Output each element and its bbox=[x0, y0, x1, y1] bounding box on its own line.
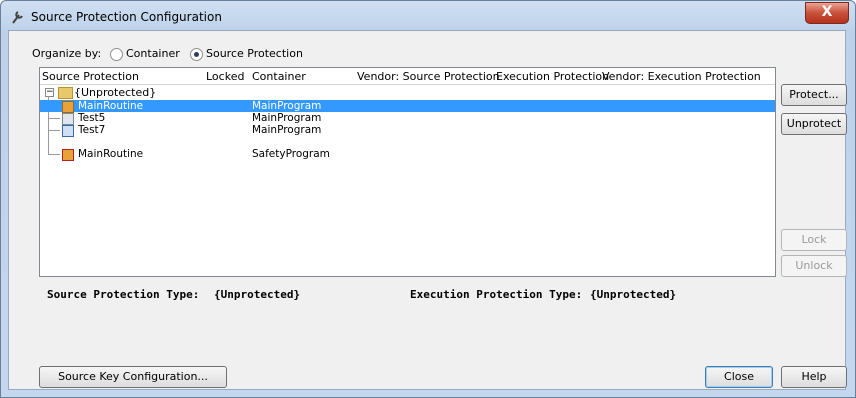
unprotect-button[interactable]: Unprotect bbox=[781, 113, 847, 135]
help-button[interactable]: Help bbox=[781, 366, 847, 388]
source-key-configuration-button[interactable]: Source Key Configuration... bbox=[39, 366, 227, 388]
row-name: Test5 bbox=[78, 112, 106, 124]
collapse-toggle[interactable]: − bbox=[45, 88, 54, 97]
title-bar[interactable]: Source Protection Configuration X bbox=[1, 1, 855, 31]
safety-routine-icon bbox=[62, 149, 74, 161]
source-protection-type-value: {Unprotected} bbox=[214, 288, 301, 301]
window-title: Source Protection Configuration bbox=[31, 10, 222, 24]
table-row[interactable]: Test7 MainProgram bbox=[40, 124, 775, 137]
row-container: MainProgram bbox=[252, 124, 322, 136]
protect-button[interactable]: Protect... bbox=[781, 84, 847, 106]
execution-protection-type-label: Execution Protection Type: bbox=[410, 288, 583, 301]
table-row[interactable]: MainRoutine SafetyProgram bbox=[40, 148, 775, 161]
row-name: MainRoutine bbox=[78, 100, 144, 112]
function-block-icon bbox=[62, 125, 74, 137]
wrench-icon bbox=[12, 11, 23, 24]
row-container: MainProgram bbox=[252, 112, 322, 124]
column-header-vendor-execution[interactable]: Vendor: Execution Protection bbox=[602, 70, 761, 83]
column-header-locked[interactable]: Locked bbox=[206, 70, 244, 83]
row-container: MainProgram bbox=[252, 100, 322, 112]
row-container: SafetyProgram bbox=[252, 148, 330, 160]
radio-source-protection[interactable] bbox=[190, 48, 203, 61]
lock-button[interactable]: Lock bbox=[781, 229, 847, 251]
source-protection-type-label: Source Protection Type: bbox=[47, 288, 200, 301]
table-row[interactable]: MainRoutine MainProgram bbox=[40, 100, 775, 113]
folder-icon bbox=[58, 87, 73, 99]
column-header-container[interactable]: Container bbox=[252, 70, 306, 83]
close-icon: X bbox=[821, 4, 833, 20]
organize-by-label: Organize by: bbox=[32, 47, 102, 60]
column-header-vendor-source[interactable]: Vendor: Source Protection bbox=[357, 70, 500, 83]
table-row[interactable]: Test5 MainProgram bbox=[40, 112, 775, 125]
close-window-button[interactable]: X bbox=[805, 2, 849, 24]
source-protection-tree[interactable]: Source Protection Locked Container Vendo… bbox=[39, 67, 776, 277]
radio-source-protection-label[interactable]: Source Protection bbox=[206, 47, 303, 60]
radio-container[interactable] bbox=[110, 48, 123, 61]
unlock-button[interactable]: Unlock bbox=[781, 255, 847, 277]
row-name: Test7 bbox=[78, 124, 106, 136]
radio-container-label[interactable]: Container bbox=[126, 47, 180, 60]
execution-protection-type-value: {Unprotected} bbox=[590, 288, 677, 301]
close-button[interactable]: Close bbox=[705, 366, 773, 388]
column-header-execution-protection[interactable]: Execution Protection bbox=[496, 70, 609, 83]
column-header-row: Source Protection Locked Container Vendo… bbox=[40, 68, 775, 85]
row-name: MainRoutine bbox=[78, 148, 144, 160]
group-unprotected[interactable]: {Unprotected} bbox=[74, 86, 156, 99]
column-header-source-protection[interactable]: Source Protection bbox=[42, 70, 139, 83]
